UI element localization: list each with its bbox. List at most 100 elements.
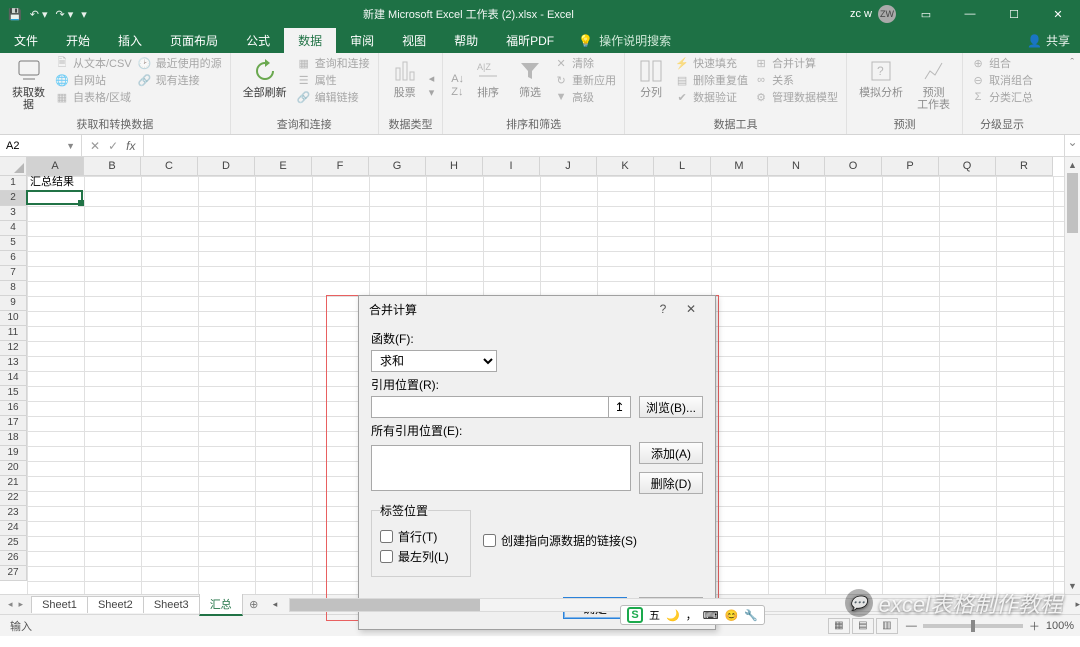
tab-review[interactable]: 审阅 — [336, 28, 388, 53]
column-header[interactable]: P — [882, 157, 939, 176]
sort-asc-icon[interactable]: A↓ — [451, 73, 464, 85]
datatype-nav[interactable]: ◂ — [429, 72, 435, 85]
column-header[interactable]: F — [312, 157, 369, 176]
dialog-titlebar[interactable]: 合并计算 ? ✕ — [359, 296, 715, 322]
row-header[interactable]: 5 — [0, 236, 27, 251]
fx-icon[interactable]: fx — [126, 139, 135, 153]
browse-button[interactable]: 浏览(B)... — [639, 396, 703, 418]
stocks-button[interactable]: 股票 — [387, 55, 423, 101]
row-header[interactable]: 25 — [0, 536, 27, 551]
row-header[interactable]: 13 — [0, 356, 27, 371]
tab-foxit[interactable]: 福昕PDF — [492, 28, 568, 53]
queries-connections[interactable]: ▦查询和连接 — [297, 55, 370, 71]
formula-input[interactable] — [144, 135, 1064, 156]
row-header[interactable]: 26 — [0, 551, 27, 566]
sort-desc-icon[interactable]: Z↓ — [451, 86, 464, 98]
tab-file[interactable]: 文件 — [0, 28, 52, 53]
avatar[interactable]: ZW — [878, 5, 896, 23]
sheet-tab[interactable]: Sheet1 — [31, 596, 88, 613]
refresh-all-button[interactable]: 全部刷新 — [239, 55, 291, 101]
chevron-down-icon[interactable]: ▼ — [66, 141, 75, 151]
column-header[interactable]: N — [768, 157, 825, 176]
group-button[interactable]: ⊕组合 — [971, 55, 1033, 71]
sort-button[interactable]: A|Z 排序 — [470, 55, 506, 101]
ime-mode[interactable]: 五 — [649, 607, 660, 623]
tell-me[interactable]: 💡 操作说明搜索 — [578, 28, 671, 53]
from-web[interactable]: 🌐自网站 — [55, 72, 132, 88]
remove-duplicates[interactable]: ▤删除重复值 — [675, 72, 748, 88]
page-break-icon[interactable]: ▥ — [876, 618, 898, 634]
dialog-close-button[interactable]: ✕ — [677, 302, 705, 316]
column-header[interactable]: O — [825, 157, 882, 176]
whatif-button[interactable]: ?模拟分析 — [855, 55, 907, 101]
row-header[interactable]: 7 — [0, 266, 27, 281]
row-header[interactable]: 17 — [0, 416, 27, 431]
column-header[interactable]: L — [654, 157, 711, 176]
data-validation[interactable]: ✔数据验证 — [675, 89, 748, 105]
ime-icon[interactable]: ， — [686, 607, 697, 623]
column-header[interactable]: E — [255, 157, 312, 176]
vertical-scrollbar[interactable]: ▲ ▼ — [1064, 157, 1080, 594]
create-links-checkbox[interactable] — [483, 534, 496, 547]
relationships[interactable]: ∞关系 — [754, 72, 838, 88]
help-button[interactable]: ? — [649, 302, 677, 316]
row-header[interactable]: 11 — [0, 326, 27, 341]
consolidate[interactable]: ⊞合并计算 — [754, 55, 838, 71]
column-header[interactable]: H — [426, 157, 483, 176]
zoom-control[interactable]: — ＋ 100% — [906, 618, 1074, 634]
from-table[interactable]: ▦自表格/区域 — [55, 89, 132, 105]
ime-icon[interactable]: 🌙 — [666, 609, 680, 622]
new-sheet-button[interactable]: ⊕ — [243, 598, 265, 611]
ime-toolbar[interactable]: S 五 🌙 ， ⌨ 😊 🔧 — [620, 605, 765, 625]
top-row-checkbox[interactable] — [380, 530, 393, 543]
row-header[interactable]: 21 — [0, 476, 27, 491]
zoom-out-icon[interactable]: — — [906, 620, 917, 632]
recent-sources[interactable]: 🕑最近使用的源 — [138, 55, 222, 71]
scroll-left-icon[interactable]: ◂ — [273, 599, 278, 610]
column-header[interactable]: M — [711, 157, 768, 176]
reference-input[interactable] — [371, 396, 609, 418]
row-header[interactable]: 15 — [0, 386, 27, 401]
zoom-value[interactable]: 100% — [1046, 620, 1074, 632]
sheet-tab-active[interactable]: 汇总 — [199, 593, 243, 616]
name-box[interactable]: A2 ▼ — [0, 135, 82, 156]
column-header[interactable]: D — [198, 157, 255, 176]
row-header[interactable]: 2 — [0, 191, 27, 206]
column-header[interactable]: C — [141, 157, 198, 176]
column-header[interactable]: I — [483, 157, 540, 176]
row-header[interactable]: 1 — [0, 176, 27, 191]
row-header[interactable]: 20 — [0, 461, 27, 476]
column-header[interactable]: K — [597, 157, 654, 176]
collapse-ribbon-icon[interactable]: ˆ — [1064, 53, 1080, 134]
row-header[interactable]: 8 — [0, 281, 27, 296]
undo-icon[interactable]: ↶ ▾ — [28, 8, 50, 21]
from-text-csv[interactable]: 🗎从文本/CSV — [55, 55, 132, 71]
minimize-button[interactable]: — — [948, 2, 992, 26]
row-header[interactable]: 22 — [0, 491, 27, 506]
column-header[interactable]: R — [996, 157, 1053, 176]
row-header[interactable]: 19 — [0, 446, 27, 461]
row-header[interactable]: 4 — [0, 221, 27, 236]
tab-pagelayout[interactable]: 页面布局 — [156, 28, 232, 53]
cell-A1[interactable]: 汇总结果 — [28, 176, 83, 189]
existing-connections[interactable]: 🔗现有连接 — [138, 72, 222, 88]
references-listbox[interactable] — [371, 445, 631, 491]
ungroup-button[interactable]: ⊖取消组合 — [971, 72, 1033, 88]
row-header[interactable]: 14 — [0, 371, 27, 386]
column-header[interactable]: B — [84, 157, 141, 176]
zoom-in-icon[interactable]: ＋ — [1029, 618, 1040, 634]
row-header[interactable]: 24 — [0, 521, 27, 536]
row-header[interactable]: 27 — [0, 566, 27, 581]
select-all-corner[interactable] — [0, 157, 27, 176]
tab-home[interactable]: 开始 — [52, 28, 104, 53]
clear-filter[interactable]: ✕清除 — [554, 55, 616, 71]
subtotal-button[interactable]: Σ分类汇总 — [971, 89, 1033, 105]
row-header[interactable]: 18 — [0, 431, 27, 446]
column-header[interactable]: G — [369, 157, 426, 176]
datatype-nav[interactable]: ▾ — [429, 86, 435, 99]
tab-help[interactable]: 帮助 — [440, 28, 492, 53]
redo-icon[interactable]: ↷ ▾ — [54, 8, 76, 21]
reapply-filter[interactable]: ↻重新应用 — [554, 72, 616, 88]
tab-data[interactable]: 数据 — [284, 28, 336, 53]
sheet-tab[interactable]: Sheet2 — [87, 596, 144, 613]
